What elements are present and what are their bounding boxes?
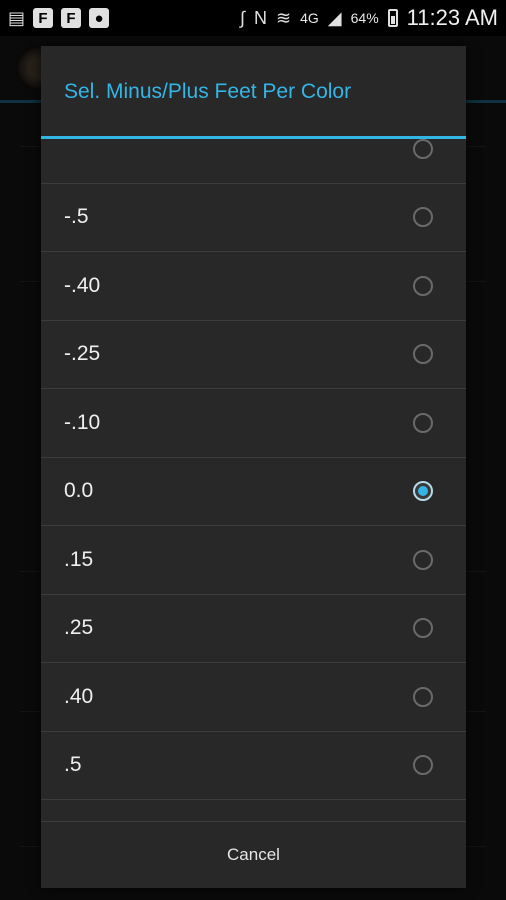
radio-unchecked-icon[interactable] xyxy=(413,755,433,776)
clock: 11:23 AM xyxy=(406,5,498,30)
option-row[interactable]: -.40 xyxy=(41,252,466,321)
option-row[interactable]: .5 xyxy=(41,732,466,800)
system-icons: ∫ N ≋ 4G ◢ 64% 11:23 AM xyxy=(240,0,498,36)
radio-unchecked-icon[interactable] xyxy=(413,344,433,365)
option-label: -.5 xyxy=(64,205,89,229)
radio-unchecked-icon[interactable] xyxy=(413,686,433,707)
notification-icons: ▤ F F ● xyxy=(0,8,110,28)
signal-icon: ◢ xyxy=(327,8,342,28)
option-row[interactable]: .40 xyxy=(41,663,466,732)
single-choice-dialog: Sel. Minus/Plus Feet Per Color -.5 -.40 -.… xyxy=(41,46,466,888)
option-label: .25 xyxy=(64,616,94,640)
option-row[interactable]: 0.0 xyxy=(41,458,466,526)
option-row[interactable]: -.25 xyxy=(41,321,466,389)
status-bar: ▤ F F ● ∫ N ≋ 4G ◢ 64% 11:23 AM xyxy=(0,0,506,36)
network-type: 4G xyxy=(300,10,319,26)
option-label: -.25 xyxy=(64,342,101,366)
dialog-footer: Cancel xyxy=(41,821,466,888)
option-label: .15 xyxy=(64,547,94,571)
option-label: -.10 xyxy=(64,410,101,434)
messages-icon: ▤ xyxy=(8,8,26,28)
option-label: .40 xyxy=(64,684,94,708)
option-row[interactable]: .25 xyxy=(41,595,466,663)
battery-percent: 64% xyxy=(350,10,379,26)
radio-unchecked-icon[interactable] xyxy=(413,139,433,159)
nfc-icon: N xyxy=(254,8,268,28)
radio-unchecked-icon[interactable] xyxy=(413,412,433,433)
radio-checked-icon[interactable] xyxy=(413,481,433,502)
app-notification-icon: ● xyxy=(89,8,110,28)
facebook-icon: F xyxy=(33,8,54,28)
cancel-button[interactable]: Cancel xyxy=(41,822,466,888)
radio-unchecked-icon[interactable] xyxy=(413,207,433,228)
radio-unchecked-icon[interactable] xyxy=(413,549,433,570)
radio-unchecked-icon[interactable] xyxy=(413,275,433,296)
wifi-icon: ≋ xyxy=(276,8,292,28)
option-row[interactable]: .15 xyxy=(41,526,466,595)
options-list[interactable]: -.5 -.40 -.25 -.10 0.0 .15 .25 .40 .5 .65 xyxy=(41,139,466,821)
option-label: 0.0 xyxy=(64,479,94,503)
option-label: .5 xyxy=(64,753,82,777)
screen: ▤ F F ● ∫ N ≋ 4G ◢ 64% 11:23 AM Sel. Min… xyxy=(0,0,506,900)
bluetooth-icon: ∫ xyxy=(240,8,246,28)
option-label: -.40 xyxy=(64,273,101,297)
battery-icon xyxy=(387,9,398,27)
radio-unchecked-icon[interactable] xyxy=(413,618,433,639)
facebook-icon: F xyxy=(61,8,82,28)
option-row[interactable]: .65 xyxy=(41,800,466,821)
dialog-title: Sel. Minus/Plus Feet Per Color xyxy=(64,80,352,103)
options-list-content: -.5 -.40 -.25 -.10 0.0 .15 .25 .40 .5 .65 xyxy=(41,139,466,821)
option-row[interactable]: -.10 xyxy=(41,389,466,458)
option-row[interactable] xyxy=(41,139,466,184)
option-row[interactable]: -.5 xyxy=(41,184,466,252)
